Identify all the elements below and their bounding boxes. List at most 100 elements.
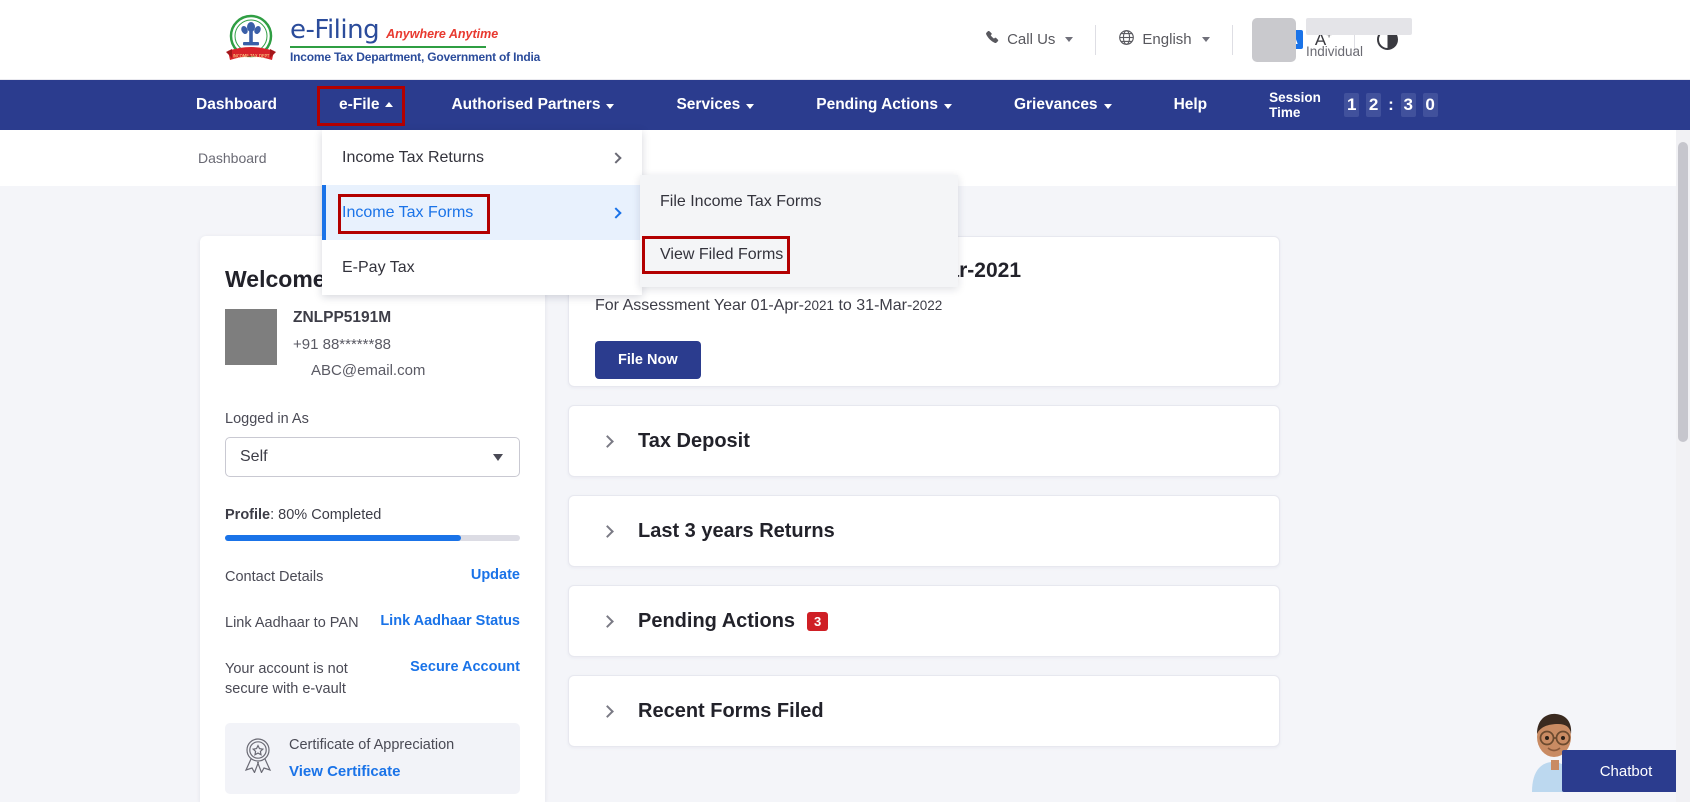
brand-title: e-Filing [290, 15, 379, 45]
profile-label: Profile [225, 507, 270, 523]
ay-prefix: For Assessment Year 01-Apr- [595, 297, 804, 314]
menu-item-label: Income Tax Forms [342, 204, 473, 222]
chevron-down-icon [1104, 104, 1112, 109]
update-link[interactable]: Update [471, 567, 520, 583]
scrollbar-thumb[interactable] [1678, 142, 1688, 442]
avatar [1252, 18, 1296, 62]
ay-year-start: 2021 [804, 298, 834, 313]
nav-item-authorised-partners[interactable]: Authorised Partners [451, 80, 614, 130]
menu-item-income-tax-forms[interactable]: Income Tax Forms [322, 185, 642, 240]
accordion-tax-deposit[interactable]: Tax Deposit [568, 405, 1280, 477]
ay-mid: to 31-Mar- [834, 297, 912, 314]
site-header: INCOME TAX DEPT e-Filing Anywhere Anytim… [0, 0, 1690, 80]
chevron-down-icon [944, 104, 952, 109]
accordion-title: Recent Forms Filed [638, 700, 824, 723]
chevron-right-icon [610, 207, 621, 218]
brand-divider [290, 46, 486, 49]
session-digit-2: 2 [1366, 93, 1381, 117]
profile-progress-fill [225, 535, 461, 541]
page-scrollbar[interactable] [1676, 130, 1690, 802]
logged-in-as-value: Self [240, 448, 268, 466]
user-profile-block[interactable]: Individual [1252, 18, 1412, 62]
menu-item-income-tax-returns[interactable]: Income Tax Returns [322, 130, 642, 185]
app-page: INCOME TAX DEPT e-Filing Anywhere Anytim… [0, 0, 1690, 802]
row-label: Your account is not secure with e-vault [225, 659, 365, 699]
email-address: ABC@email.com [311, 362, 425, 379]
submenu-item-file-income-tax-forms[interactable]: File Income Tax Forms [640, 175, 958, 228]
profile-value: : 80% Completed [270, 507, 381, 523]
submenu-item-view-filed-forms[interactable]: View Filed Forms [640, 228, 958, 281]
secure-account-link[interactable]: Secure Account [410, 659, 520, 675]
breadcrumb-item-dashboard[interactable]: Dashboard [198, 150, 267, 166]
profile-photo [225, 309, 277, 365]
nav-item-pending-actions[interactable]: Pending Actions [816, 80, 952, 130]
accordion-recent-forms-filed[interactable]: Recent Forms Filed [568, 675, 1280, 747]
phone-number: +91 88******88 [293, 336, 425, 353]
phone-icon [985, 30, 1000, 49]
chatbot-button[interactable]: Chatbot [1562, 750, 1690, 792]
chevron-down-icon [1065, 37, 1073, 42]
row-label: Link Aadhaar to PAN [225, 613, 359, 633]
submenu-item-label: File Income Tax Forms [660, 193, 822, 211]
session-digit-3: 3 [1401, 93, 1416, 117]
profile-sidebar-card: Welcome B ZNLPP5191M +91 88******88 ABC@… [200, 236, 545, 802]
award-ribbon-icon [241, 737, 275, 778]
nav-item-help[interactable]: Help [1174, 80, 1208, 130]
accordion-pending-actions[interactable]: Pending Actions 3 [568, 585, 1280, 657]
profile-summary: ZNLPP5191M +91 88******88 ABC@email.com [200, 293, 545, 379]
brand-logo[interactable]: INCOME TAX DEPT e-Filing Anywhere Anytim… [222, 11, 540, 69]
chatbot-widget[interactable]: Chatbot [1504, 690, 1690, 802]
session-digit-4: 0 [1423, 93, 1438, 117]
nav-label: e-File [339, 80, 379, 130]
sidebar-row-evault: Your account is not secure with e-vault … [200, 659, 545, 699]
main-navbar: Dashboard e-File Authorised Partners Ser… [0, 80, 1690, 130]
logged-in-as-select[interactable]: Self [225, 437, 520, 477]
call-us-menu[interactable]: Call Us [963, 30, 1095, 49]
user-role-label: Individual [1306, 44, 1412, 59]
language-menu[interactable]: English [1096, 29, 1231, 50]
file-now-button[interactable]: File Now [595, 341, 701, 379]
view-certificate-link[interactable]: View Certificate [289, 763, 454, 780]
accordion-title: Last 3 years Returns [638, 520, 835, 543]
pan-number: ZNLPP5191M [293, 309, 425, 327]
nav-items: Dashboard e-File Authorised Partners Ser… [196, 80, 1269, 130]
nav-item-dashboard[interactable]: Dashboard [196, 80, 277, 130]
menu-item-label: Income Tax Returns [342, 149, 484, 167]
profile-completion-text: Profile: 80% Completed [200, 477, 545, 523]
chevron-down-icon [493, 454, 503, 461]
chevron-up-icon [385, 102, 393, 107]
nav-label: Services [676, 80, 740, 130]
svg-text:INCOME TAX DEPT: INCOME TAX DEPT [233, 53, 270, 58]
accordion-title: Pending Actions [638, 610, 795, 633]
accordion-title: Tax Deposit [638, 430, 750, 453]
nav-label: Grievances [1014, 80, 1098, 130]
brand-subtitle: Income Tax Department, Government of Ind… [290, 50, 540, 64]
session-timer-label: Session Time [1269, 90, 1337, 120]
brand-text: e-Filing Anywhere Anytime Income Tax Dep… [290, 15, 540, 65]
profile-progress-track [225, 535, 520, 541]
session-digit-1: 1 [1344, 93, 1359, 117]
chevron-right-icon [601, 525, 614, 538]
pending-actions-badge: 3 [807, 612, 828, 631]
chevron-right-icon [610, 152, 621, 163]
chevron-down-icon [746, 104, 754, 109]
menu-item-e-pay-tax[interactable]: E-Pay Tax [322, 240, 642, 295]
submenu-item-label: View Filed Forms [660, 246, 783, 264]
link-aadhaar-status-link[interactable]: Link Aadhaar Status [380, 613, 520, 629]
nav-item-grievances[interactable]: Grievances [1014, 80, 1112, 130]
certificate-title: Certificate of Appreciation [289, 737, 454, 753]
session-colon: : [1388, 95, 1394, 115]
nav-item-e-file[interactable]: e-File [339, 80, 393, 130]
assessment-year-subtext: For Assessment Year 01-Apr-2021 to 31-Ma… [595, 297, 942, 315]
nav-label: Help [1174, 80, 1208, 130]
nav-label: Authorised Partners [451, 80, 600, 130]
main-column: Mar-2021 For Assessment Year 01-Apr-2021… [568, 236, 1280, 747]
accordion-last-3-years-returns[interactable]: Last 3 years Returns [568, 495, 1280, 567]
sidebar-row-link-aadhaar: Link Aadhaar to PAN Link Aadhaar Status [200, 613, 545, 633]
chevron-down-icon [606, 104, 614, 109]
chevron-right-icon [601, 705, 614, 718]
nav-label: Dashboard [196, 80, 277, 130]
nav-item-services[interactable]: Services [676, 80, 754, 130]
menu-item-label: E-Pay Tax [342, 259, 415, 277]
chevron-right-icon [601, 435, 614, 448]
